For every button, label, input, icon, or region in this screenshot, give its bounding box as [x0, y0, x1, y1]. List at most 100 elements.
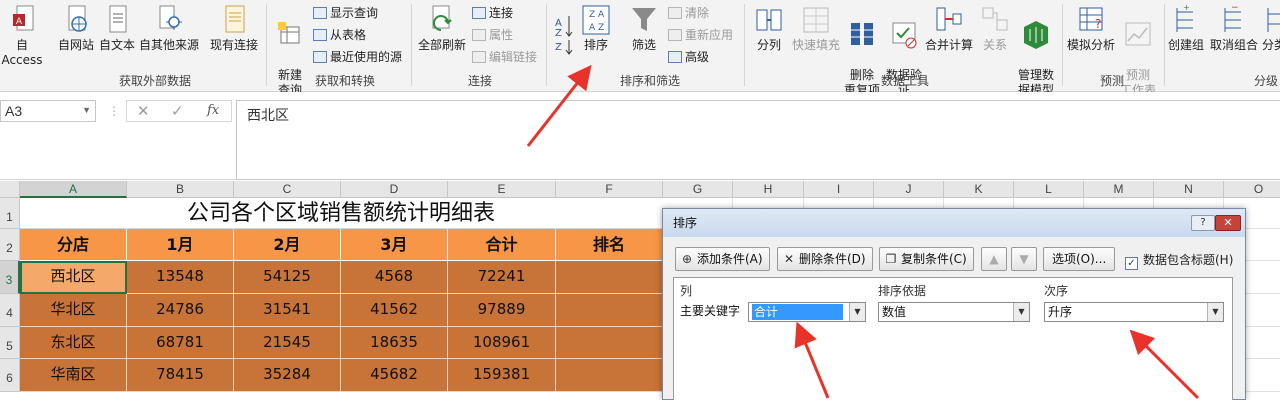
manage-data-model-button[interactable]: 管理数 据模型 — [1016, 4, 1056, 98]
data-cell[interactable]: 4568 — [341, 261, 448, 294]
data-cell[interactable]: 68781 — [127, 327, 234, 359]
header-cell[interactable]: 2月 — [234, 229, 341, 261]
data-cell[interactable] — [556, 327, 663, 359]
column-header-d[interactable]: D — [341, 181, 448, 198]
refresh-all-button[interactable]: 全部刷新 — [416, 4, 468, 53]
column-header-n[interactable]: N — [1154, 181, 1224, 198]
chevron-down-icon[interactable]: ▼ — [1207, 303, 1223, 321]
properties-button[interactable]: 属性 — [472, 27, 513, 43]
data-cell[interactable]: 108961 — [448, 327, 556, 359]
row-header-2[interactable]: 2 — [0, 229, 20, 261]
sort-button[interactable]: Z A A Z 排序 — [578, 4, 614, 53]
header-cell[interactable]: 1月 — [127, 229, 234, 261]
clear-filter-button[interactable]: 清除 — [668, 5, 709, 21]
name-box[interactable]: A3 ▼ — [0, 100, 96, 122]
add-level-button[interactable]: ⊕ 添加条件(A) — [675, 247, 770, 271]
data-cell[interactable]: 华南区 — [20, 359, 127, 392]
filter-button[interactable]: 筛选 — [626, 4, 662, 53]
select-all-corner[interactable] — [0, 181, 20, 198]
chevron-down-icon[interactable]: ▼ — [1013, 303, 1029, 321]
recent-sources-button[interactable]: 最近使用的源 — [313, 49, 402, 65]
data-cell[interactable]: 97889 — [448, 294, 556, 327]
subtotal-button[interactable]: 分类 — [1262, 4, 1280, 53]
data-cell[interactable]: 159381 — [448, 359, 556, 392]
copy-level-button[interactable]: ❐ 复制条件(C) — [879, 247, 974, 271]
ungroup-button[interactable]: − 取消组合 — [1208, 4, 1260, 53]
data-cell[interactable]: 18635 — [341, 327, 448, 359]
data-cell[interactable]: 45682 — [341, 359, 448, 392]
column-header-e[interactable]: E — [448, 181, 556, 198]
header-cell[interactable]: 合计 — [448, 229, 556, 261]
data-cell[interactable]: 华北区 — [20, 294, 127, 327]
chevron-down-icon[interactable]: ▼ — [849, 303, 865, 321]
consolidate-button[interactable]: 合并计算 — [924, 4, 974, 53]
edit-links-button[interactable]: 编辑链接 — [472, 49, 537, 65]
column-header-i[interactable]: I — [804, 181, 874, 198]
column-header-j[interactable]: J — [874, 181, 944, 198]
data-cell[interactable]: 31541 — [234, 294, 341, 327]
sort-ascending-button[interactable]: AZZ — [551, 8, 577, 64]
data-cell[interactable]: 24786 — [127, 294, 234, 327]
from-table-button[interactable]: 从表格 — [313, 27, 366, 43]
data-cell[interactable]: 21545 — [234, 327, 341, 359]
row-header-1[interactable]: 1 — [0, 198, 20, 229]
relationships-button[interactable]: 关系 — [976, 4, 1014, 53]
move-down-button[interactable]: ▼ — [1011, 247, 1037, 271]
column-header-m[interactable]: M — [1084, 181, 1154, 198]
help-icon[interactable]: ? — [1191, 215, 1215, 231]
formula-bar-splitter[interactable]: ⋮ — [108, 104, 120, 118]
show-queries-button[interactable]: 显示查询 — [313, 5, 378, 21]
data-cell[interactable]: 72241 — [448, 261, 556, 294]
close-icon[interactable]: ✕ — [1215, 215, 1241, 231]
sort-on-select[interactable]: 数值 ▼ — [878, 302, 1030, 322]
what-if-analysis-button[interactable]: ? 模拟分析 — [1066, 4, 1116, 53]
column-header-c[interactable]: C — [234, 181, 341, 198]
data-cell[interactable] — [556, 359, 663, 392]
data-cell[interactable]: 41562 — [341, 294, 448, 327]
connections-button[interactable]: 连接 — [472, 5, 513, 21]
column-header-l[interactable]: L — [1014, 181, 1084, 198]
data-cell[interactable]: 35284 — [234, 359, 341, 392]
order-select[interactable]: 升序 ▼ — [1044, 302, 1224, 322]
from-other-sources-button[interactable]: 自其他来源 — [137, 4, 201, 53]
from-web-button[interactable]: 自网站 — [56, 4, 96, 53]
data-cell[interactable]: 54125 — [234, 261, 341, 294]
from-text-button[interactable]: 自文本 — [97, 4, 137, 53]
flash-fill-button[interactable]: 快速填充 — [790, 4, 842, 53]
row-header-3[interactable]: 3 — [0, 261, 20, 294]
header-cell[interactable]: 分店 — [20, 229, 127, 261]
column-header-k[interactable]: K — [944, 181, 1014, 198]
chevron-down-icon[interactable]: ▼ — [82, 105, 91, 115]
group-button[interactable]: + 创建组 — [1166, 4, 1206, 53]
data-cell[interactable] — [556, 294, 663, 327]
row-header-6[interactable]: 6 — [0, 359, 20, 392]
active-cell[interactable]: 西北区 — [20, 261, 127, 294]
column-header-b[interactable]: B — [127, 181, 234, 198]
data-cell[interactable]: 78415 — [127, 359, 234, 392]
formula-input[interactable]: 西北区 — [236, 100, 1280, 180]
column-header-f[interactable]: F — [556, 181, 663, 198]
delete-level-button[interactable]: ✕ 删除条件(D) — [777, 247, 873, 271]
data-cell[interactable]: 东北区 — [20, 327, 127, 359]
cancel-icon[interactable]: ✕ — [137, 102, 150, 120]
move-up-button[interactable]: ▲ — [981, 247, 1007, 271]
has-headers-checkbox[interactable]: ✓ 数据包含标题(H) — [1125, 251, 1233, 270]
row-header-4[interactable]: 4 — [0, 294, 20, 327]
column-header-h[interactable]: H — [733, 181, 804, 198]
row-header-5[interactable]: 5 — [0, 327, 20, 359]
text-to-columns-button[interactable]: 分列 — [752, 4, 786, 53]
insert-function-icon[interactable]: fx — [207, 103, 219, 118]
data-cell[interactable]: 13548 — [127, 261, 234, 294]
header-cell[interactable]: 排名 — [556, 229, 663, 261]
sort-by-select[interactable]: 合计 ▼ — [748, 302, 866, 322]
column-header-a[interactable]: A — [20, 181, 127, 198]
enter-check-icon[interactable]: ✓ — [171, 102, 184, 120]
advanced-filter-button[interactable]: 高级 — [668, 49, 709, 65]
existing-connections-button[interactable]: 现有连接 — [207, 4, 261, 53]
from-access-button[interactable]: A 自 Access — [0, 4, 50, 68]
options-button[interactable]: 选项(O)... — [1043, 247, 1116, 271]
column-header-o[interactable]: O — [1224, 181, 1280, 198]
column-header-g[interactable]: G — [663, 181, 733, 198]
sheet-title-cell[interactable]: 公司各个区域销售额统计明细表 — [20, 198, 662, 229]
data-cell[interactable] — [556, 261, 663, 294]
